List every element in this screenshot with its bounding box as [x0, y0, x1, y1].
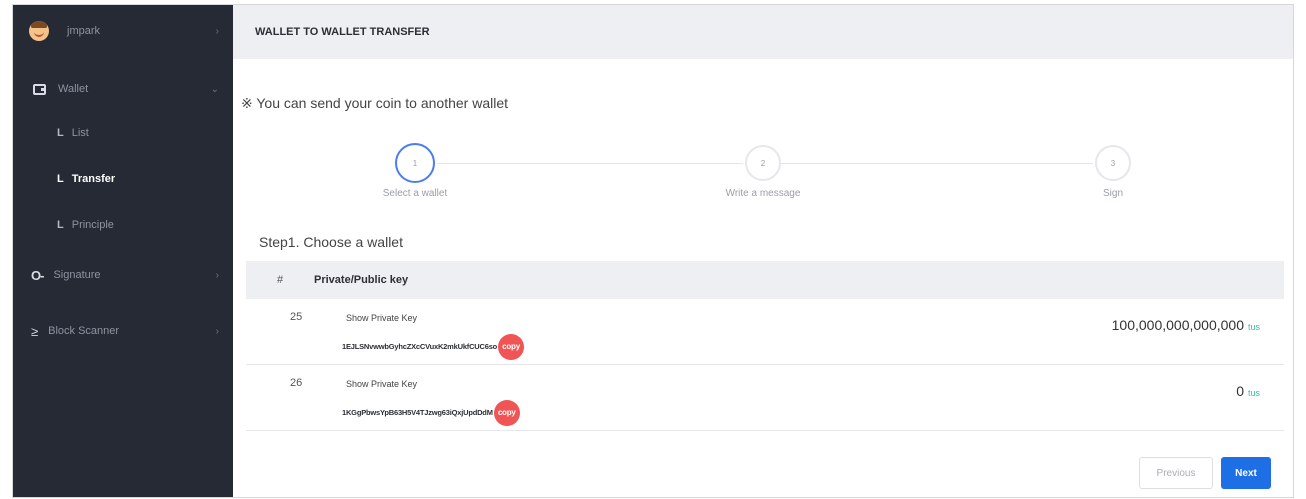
wallet-table: # Private/Public key 25 Show Private Key… [246, 261, 1284, 431]
scanner-icon: ≥ [31, 323, 39, 339]
page-title: WALLET TO WALLET TRANSFER [255, 26, 430, 38]
chevron-down-icon: ⌄ [210, 83, 219, 95]
page-header: WALLET TO WALLET TRANSFER [233, 5, 1293, 59]
balance: 100,000,000,000,000 tus [1112, 317, 1260, 333]
stepper: 1 Select a wallet 2 Write a message 3 Si… [233, 140, 1295, 210]
step-label-1: Select a wallet [382, 188, 448, 199]
row-number: 26 [290, 377, 303, 389]
chevron-right-icon: › [215, 25, 219, 37]
public-key-text: 1EJLSNvwwbGyhcZXcCVuxK2mkUkfCUC6so [342, 341, 498, 351]
step-circle-2: 2 [745, 145, 781, 181]
key-icon: O‑ [31, 267, 44, 283]
balance-value: 100,000,000,000,000 [1111, 317, 1244, 333]
sidebar-subitem-principle[interactable]: L Principle [57, 219, 114, 231]
row-number: 25 [290, 311, 303, 323]
sidebar-item-signature[interactable]: O‑ Signature › [13, 261, 233, 289]
avatar [29, 21, 49, 41]
sidebar-item-wallet[interactable]: Wallet ⌄ [13, 75, 233, 103]
copy-button[interactable]: copy [498, 334, 525, 360]
show-private-key-link[interactable]: Show Private Key [346, 313, 417, 323]
sidebar-subitem-list[interactable]: L List [57, 127, 89, 139]
sidebar-item-block-scanner[interactable]: ≥ Block Scanner › [13, 317, 233, 345]
sidebar-subitem-transfer[interactable]: L Transfer [57, 173, 115, 185]
show-private-key-link[interactable]: Show Private Key [346, 379, 417, 389]
table-row[interactable]: 25 Show Private Key 1EJLSNvwwbGyhcZXcCVu… [246, 299, 1284, 365]
sub-prefix: L [57, 173, 64, 185]
step-number: 3 [1110, 158, 1116, 168]
app-window: jmpark › Wallet ⌄ L List L Transfer L Princ… [12, 4, 1294, 498]
step-number: 2 [760, 158, 766, 168]
sidebar: jmpark › Wallet ⌄ L List L Transfer L Princ… [13, 5, 233, 497]
main-content: WALLET TO WALLET TRANSFER ※ You can send… [233, 5, 1293, 497]
step-number: 1 [412, 158, 418, 168]
chevron-right-icon: › [215, 269, 219, 281]
sidebar-user-name: jmpark [67, 25, 101, 37]
step-circle-1: 1 [395, 143, 435, 183]
public-key: 1KGgPbwsYpB63H5V4TJzwg63iQxjUpdDdM copy [342, 400, 520, 426]
step-label-3: Sign [1102, 188, 1123, 199]
copy-button[interactable]: copy [493, 400, 520, 426]
sub-label: List [71, 127, 89, 139]
column-header-number: # [276, 274, 284, 286]
section-title: Step1. Choose a wallet [259, 234, 403, 250]
sidebar-item-label: Block Scanner [48, 325, 120, 337]
step-label-2: Write a message [725, 188, 801, 199]
sub-prefix: L [57, 127, 64, 139]
next-button[interactable]: Next [1221, 457, 1271, 489]
balance-unit: tus [1247, 322, 1260, 332]
sub-label: Transfer [71, 173, 116, 185]
sidebar-item-label: Signature [53, 269, 101, 281]
table-row[interactable]: 26 Show Private Key 1KGgPbwsYpB63H5V4TJz… [246, 365, 1284, 431]
table-header: # Private/Public key [246, 261, 1284, 299]
sidebar-item-label: Wallet [58, 83, 89, 95]
notice-text: ※ You can send your coin to another wall… [241, 95, 509, 111]
sidebar-user[interactable]: jmpark › [13, 17, 233, 45]
public-key: 1EJLSNvwwbGyhcZXcCVuxK2mkUkfCUC6so copy [342, 334, 525, 360]
step-connector [437, 163, 743, 164]
balance: 0 tus [1236, 383, 1260, 399]
step-circle-3: 3 [1095, 145, 1131, 181]
step-connector [781, 163, 1093, 164]
balance-unit: tus [1247, 388, 1260, 398]
public-key-text: 1KGgPbwsYpB63H5V4TJzwg63iQxjUpdDdM [342, 407, 493, 417]
sub-label: Principle [71, 219, 114, 231]
balance-value: 0 [1236, 383, 1244, 399]
previous-button[interactable]: Previous [1139, 457, 1213, 489]
sub-prefix: L [57, 219, 64, 231]
wallet-icon [33, 83, 46, 95]
chevron-right-icon: › [215, 325, 219, 337]
column-header-key: Private/Public key [314, 274, 409, 286]
